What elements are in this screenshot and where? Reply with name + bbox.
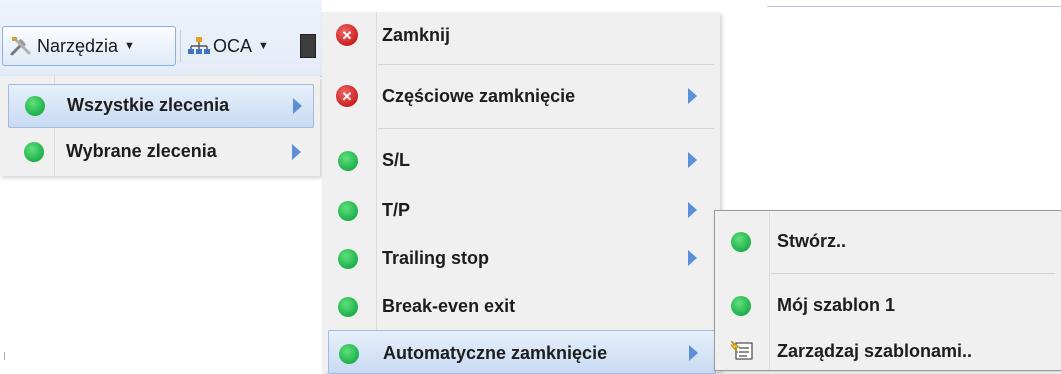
menu-item-trailing-stop[interactable]: Trailing stop <box>322 236 720 280</box>
submenu-arrow-icon <box>688 250 697 266</box>
menu-item-zarzadzaj-szablonami[interactable]: Zarządzaj szablonami.. <box>715 331 1061 371</box>
menu-item-wszystkie-zlecenia[interactable]: Wszystkie zlecenia <box>8 84 314 128</box>
menu-item-label: Zarządzaj szablonami.. <box>777 341 973 361</box>
window-border-line <box>767 6 1061 7</box>
submenu-arrow-icon <box>688 88 697 104</box>
menu-item-tp[interactable]: T/P <box>322 188 720 232</box>
menu-item-moj-szablon-1[interactable]: Mój szablon 1 <box>715 283 1061 327</box>
menu-item-label: Wybrane zlecenia <box>66 141 217 161</box>
green-dot-icon <box>338 151 358 171</box>
green-dot-icon <box>338 249 358 269</box>
menu-item-automatyczne-zamkniecie[interactable]: Automatyczne zamknięcie <box>328 330 716 374</box>
menu-item-label: S/L <box>382 150 411 170</box>
narzedzia-label: Narzędzia <box>37 35 119 56</box>
green-dot-icon <box>339 344 359 364</box>
menu-item-wybrane-zlecenia[interactable]: Wybrane zlecenia <box>0 130 320 174</box>
menu-separator <box>378 64 714 65</box>
green-dot-icon <box>25 96 45 116</box>
wszystkie-zlecenia-submenu: ✕ Zamknij ✕ Częściowe zamknięcie S/L T/P… <box>322 12 720 374</box>
green-dot-icon <box>338 201 358 221</box>
resize-mark <box>4 352 5 360</box>
chevron-down-icon: ▼ <box>258 40 269 52</box>
oca-label: OCA <box>213 35 253 56</box>
red-close-icon: ✕ <box>336 24 358 46</box>
toolbar: Narzędzia ▼ OCA ▼ <box>0 0 322 77</box>
menu-item-label: Wszystkie zlecenia <box>67 95 230 115</box>
menu-item-stworz[interactable]: Stwórz.. <box>715 219 1061 263</box>
green-dot-icon <box>731 296 751 316</box>
menu-item-label: Mój szablon 1 <box>777 295 896 315</box>
menu-item-label: Zamknij <box>382 25 451 45</box>
menu-item-czesciowe-zamkniecie[interactable]: ✕ Częściowe zamknięcie <box>322 74 720 118</box>
template-manage-icon <box>729 339 753 361</box>
green-dot-icon <box>731 232 751 252</box>
menu-item-label: Stwórz.. <box>777 231 847 251</box>
toolbar-separator <box>180 30 181 62</box>
menu-item-label: Trailing stop <box>382 248 490 268</box>
submenu-arrow-icon <box>688 202 697 218</box>
narzedzia-button[interactable]: Narzędzia ▼ <box>2 26 176 66</box>
menu-separator <box>378 128 714 129</box>
hierarchy-icon <box>188 36 210 56</box>
submenu-arrow-icon <box>688 152 697 168</box>
green-dot-icon <box>338 297 358 317</box>
menu-separator <box>771 273 1055 274</box>
red-close-icon: ✕ <box>336 85 358 107</box>
toolbar-overflow-icon[interactable] <box>300 34 316 58</box>
automatyczne-zamkniecie-submenu: Stwórz.. Mój szablon 1 Zarządzaj szablon… <box>714 210 1061 371</box>
menu-item-label: Break-even exit <box>382 296 516 316</box>
oca-button[interactable]: OCA ▼ <box>184 26 294 66</box>
submenu-arrow-icon <box>689 345 698 361</box>
narzedzia-menu: Wszystkie zlecenia Wybrane zlecenia <box>0 76 320 176</box>
menu-item-label: Częściowe zamknięcie <box>382 86 576 106</box>
submenu-arrow-icon <box>293 98 302 114</box>
tools-icon <box>9 35 35 57</box>
menu-item-sl[interactable]: S/L <box>322 138 720 182</box>
menu-item-break-even-exit[interactable]: Break-even exit <box>322 284 720 328</box>
menu-item-label: T/P <box>382 200 411 220</box>
submenu-arrow-icon <box>292 144 301 160</box>
menu-item-label: Automatyczne zamknięcie <box>383 343 608 363</box>
chevron-down-icon: ▼ <box>124 40 135 52</box>
green-dot-icon <box>24 142 44 162</box>
menu-item-zamknij[interactable]: ✕ Zamknij <box>322 14 720 58</box>
